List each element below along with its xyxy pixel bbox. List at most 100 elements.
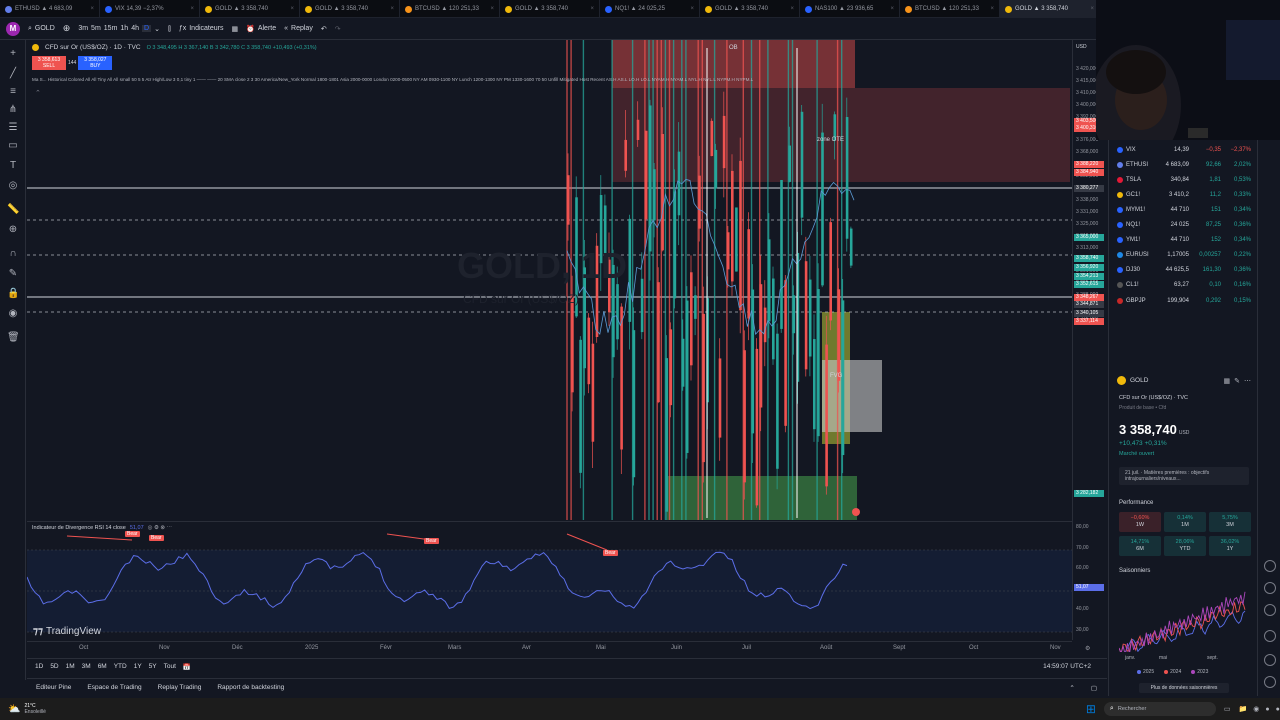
range-button[interactable]: 5Y bbox=[149, 663, 157, 670]
broadcast-icon[interactable] bbox=[1264, 630, 1276, 642]
time-axis[interactable]: Oct Nov Déc 2025 Févr Mars Avr Mai Juin Juil Août S… bbox=[27, 641, 1090, 655]
more-icon[interactable]: ⋯ bbox=[1244, 377, 1251, 385]
watchlist-icon[interactable] bbox=[1264, 560, 1276, 572]
rsi-title[interactable]: Indicateur de Divergence RSI 14 close bbox=[32, 525, 126, 531]
close-tab-icon[interactable]: × bbox=[990, 6, 994, 12]
trendline-icon[interactable]: ╱ bbox=[7, 68, 19, 80]
close-tab-icon[interactable]: × bbox=[690, 6, 694, 12]
zoom-icon[interactable]: ⊕ bbox=[7, 224, 19, 236]
trash-icon[interactable]: 🗑 bbox=[7, 332, 20, 344]
collapse-legend-icon[interactable]: ⌃ bbox=[35, 89, 41, 97]
more-seasonals-button[interactable]: Plus de données saisonnières bbox=[1139, 683, 1229, 693]
details-symbol[interactable]: GOLD bbox=[1130, 377, 1148, 384]
app-icon[interactable]: ● bbox=[1265, 706, 1269, 713]
close-tab-icon[interactable]: × bbox=[1090, 6, 1094, 12]
browser-tab[interactable]: GOLD ▲ 3 358,740 × bbox=[300, 0, 400, 17]
browser-tab[interactable]: ETHUSD ▲ 4 683,09 × bbox=[0, 0, 100, 17]
lock-icon[interactable]: 🔒 bbox=[7, 288, 19, 300]
symbol-search-button[interactable]: ⌕ GOLD bbox=[28, 25, 55, 33]
watchlist-row[interactable]: YM1! 44 710 152 0,34% bbox=[1117, 233, 1255, 248]
axis-settings-icon[interactable]: ⚙ bbox=[1085, 645, 1090, 652]
redo-icon[interactable]: ↷ bbox=[335, 25, 341, 33]
pencil-lock-icon[interactable]: ✎ bbox=[7, 268, 19, 280]
chrome-icon[interactable]: ◉ bbox=[1253, 705, 1259, 713]
interval-5m[interactable]: 5m bbox=[91, 25, 101, 32]
range-button[interactable]: 5D bbox=[50, 663, 58, 670]
collapse-panel-icon[interactable]: ⌃ bbox=[1069, 684, 1074, 692]
edit-icon[interactable]: ✎ bbox=[1234, 377, 1240, 385]
watchlist-row[interactable]: MYM1! 44 710 151 0,34% bbox=[1117, 202, 1255, 217]
taskbar-search[interactable]: ⌕ Rechercher bbox=[1103, 702, 1216, 716]
add-symbol-icon[interactable]: ⊕ bbox=[63, 23, 71, 34]
apps-icon[interactable] bbox=[1264, 604, 1276, 616]
bottom-tab[interactable]: Espace de Trading bbox=[87, 684, 141, 691]
indicators-button[interactable]: ƒx Indicateurs bbox=[179, 25, 224, 32]
undo-icon[interactable]: ↶ bbox=[321, 25, 327, 33]
watchlist-row[interactable]: CL1! 63,27 0,10 0,16% bbox=[1117, 278, 1255, 293]
browser-tab[interactable]: BTCUSD ▲ 120 251,33 × bbox=[900, 0, 1000, 17]
indicator-settings-line[interactable]: Ma S... Historical Colored All All Tiny … bbox=[32, 77, 1042, 82]
text-icon[interactable]: T bbox=[7, 160, 19, 172]
browser-tab[interactable]: VIX 14,39 −2,37% × bbox=[100, 0, 200, 17]
browser-tab[interactable]: NQ1! ▲ 24 025,25 × bbox=[600, 0, 700, 17]
close-tab-icon[interactable]: × bbox=[290, 6, 294, 12]
magnet-icon[interactable]: ∩ bbox=[7, 248, 19, 260]
horizontal-lines-icon[interactable]: ≡ bbox=[7, 86, 19, 98]
eye-icon[interactable]: ◉ bbox=[7, 308, 19, 320]
performance-cell[interactable]: 0,14% 1M bbox=[1164, 512, 1206, 532]
bottom-tab[interactable]: Editeur Pine bbox=[36, 684, 71, 691]
close-tab-icon[interactable]: × bbox=[890, 6, 894, 12]
browser-tab[interactable]: GOLD ▲ 3 358,740 × bbox=[1000, 0, 1096, 17]
range-button[interactable]: 1D bbox=[35, 663, 43, 670]
range-button[interactable]: YTD bbox=[114, 663, 127, 670]
alert-button[interactable]: ⏰ Alerte bbox=[246, 25, 276, 33]
weather-widget[interactable]: ⛅ 21°C Ensoleillé bbox=[0, 703, 46, 715]
performance-cell[interactable]: 5,75% 3M bbox=[1209, 512, 1251, 532]
watchlist-row[interactable]: ETHUSI 4 683,09 92,66 2,02% bbox=[1117, 157, 1255, 172]
range-button[interactable]: 1Y bbox=[134, 663, 142, 670]
close-tab-icon[interactable]: × bbox=[390, 6, 394, 12]
performance-cell[interactable]: 36,02% 1Y bbox=[1209, 536, 1251, 556]
close-tab-icon[interactable]: × bbox=[190, 6, 194, 12]
clock[interactable]: 14:59:07 UTC+2 bbox=[1043, 663, 1091, 670]
range-button[interactable]: 3M bbox=[82, 663, 91, 670]
app-icon-2[interactable]: ● bbox=[1276, 706, 1280, 713]
browser-tab[interactable]: GOLD ▲ 3 358,740 × bbox=[200, 0, 300, 17]
performance-cell[interactable]: −0,60% 1W bbox=[1119, 512, 1161, 532]
browser-tab[interactable]: GOLD ▲ 3 358,740 × bbox=[700, 0, 800, 17]
layouts-icon[interactable]: ▦ bbox=[231, 25, 238, 33]
range-button[interactable]: 1M bbox=[66, 663, 75, 670]
price-chart[interactable]: GOLD, 1D CFD sur Or (US$/OZ) CFD sur Or … bbox=[27, 40, 1072, 520]
rsi-plot[interactable] bbox=[27, 522, 1072, 641]
interval-3m[interactable]: 3m bbox=[78, 25, 88, 32]
interval-15m[interactable]: 15m bbox=[104, 25, 118, 32]
fib-icon[interactable]: ☰ bbox=[7, 122, 19, 134]
chart-title[interactable]: CFD sur Or (US$/OZ) · 1D · TVC bbox=[45, 44, 141, 51]
pitchfork-icon[interactable]: ⋔ bbox=[7, 104, 19, 116]
browser-tab[interactable]: NAS100 ▲ 23 936,65 × bbox=[800, 0, 900, 17]
bottom-tab[interactable]: Rapport de backtesting bbox=[217, 684, 284, 691]
close-tab-icon[interactable]: × bbox=[490, 6, 494, 12]
user-avatar[interactable]: M bbox=[6, 21, 20, 36]
ruler-icon[interactable]: 📏 bbox=[7, 204, 19, 216]
interval-4h[interactable]: 4h bbox=[131, 25, 139, 32]
grid-icon[interactable]: ▦ bbox=[1224, 377, 1231, 385]
calendar-sidebar-icon[interactable] bbox=[1264, 582, 1276, 594]
interval-D[interactable]: D bbox=[142, 25, 152, 32]
rsi-pane[interactable]: Indicateur de Divergence RSI 14 close 51… bbox=[27, 521, 1072, 641]
replay-button[interactable]: « Replay bbox=[284, 25, 313, 32]
rsi-legend-icons[interactable]: ◎ ⚙ ⊗ ⋯ bbox=[148, 525, 172, 531]
watchlist-row[interactable]: VIX 14,39 −0,35 −2,37% bbox=[1117, 142, 1255, 157]
watchlist-row[interactable]: DJ30 44 625,5 161,30 0,36% bbox=[1117, 263, 1255, 278]
shapes-icon[interactable]: ▭ bbox=[7, 140, 19, 152]
close-tab-icon[interactable]: × bbox=[590, 6, 594, 12]
browser-tab[interactable]: GOLD ▲ 3 358,740 × bbox=[500, 0, 600, 17]
seasonals-chart[interactable] bbox=[1119, 580, 1249, 652]
watchlist-row[interactable]: TSLA 340,84 1,81 0,53% bbox=[1117, 172, 1255, 187]
crosshair-icon[interactable]: + bbox=[7, 48, 19, 60]
buy-button[interactable]: 3 358,027 BUY bbox=[78, 56, 113, 70]
task-view-icon[interactable]: ▭ bbox=[1224, 705, 1231, 713]
help-icon[interactable] bbox=[1264, 676, 1276, 688]
interval-1h[interactable]: 1h bbox=[120, 25, 128, 32]
interval-dropdown-icon[interactable]: ⌄ bbox=[154, 25, 160, 33]
